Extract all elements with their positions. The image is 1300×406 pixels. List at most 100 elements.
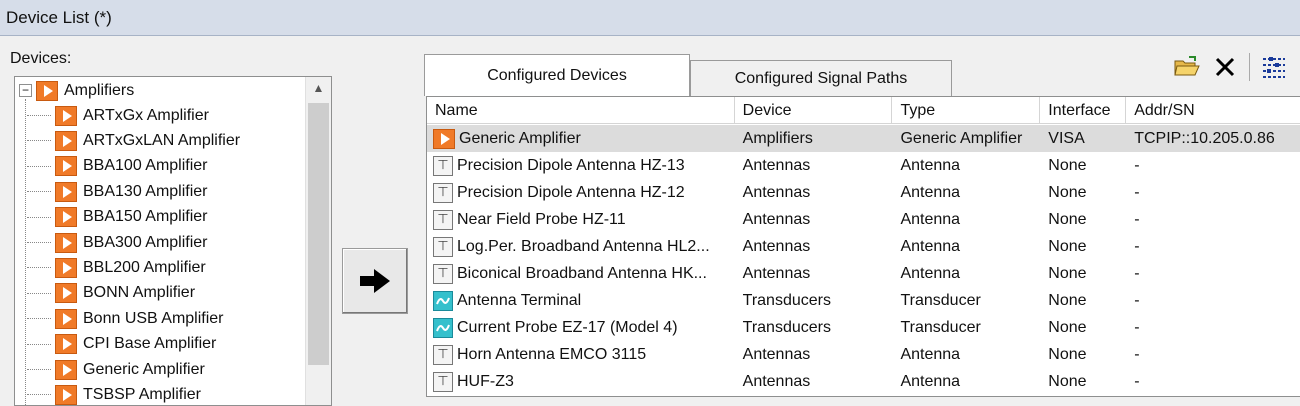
table-row[interactable]: ⊤ Near Field Probe HZ-11 Antennas Antenna No… xyxy=(427,206,1300,233)
tree-connector xyxy=(27,140,51,142)
cell-name: ⊤ Precision Dipole Antenna HZ-13 xyxy=(427,155,735,176)
tree-item[interactable]: ARTxGx Amplifier xyxy=(25,103,209,128)
column-header-addr-sn[interactable]: Addr/SN xyxy=(1126,97,1300,124)
cell-interface: None xyxy=(1040,373,1126,391)
properties-button[interactable] xyxy=(1260,53,1288,81)
table-row[interactable]: ⊤ Precision Dipole Antenna HZ-12 Antennas A… xyxy=(427,179,1300,206)
tree-connector xyxy=(27,267,51,269)
cell-text: Antennas xyxy=(742,345,811,363)
amplifier-icon xyxy=(55,207,77,228)
tree-item-label: BBA100 Amplifier xyxy=(83,157,208,175)
open-button[interactable] xyxy=(1173,53,1201,81)
tree-item[interactable]: BBL200 Amplifier xyxy=(25,255,206,280)
cell-device: Antennas xyxy=(735,238,893,256)
add-device-button[interactable] xyxy=(342,248,408,314)
cell-text: None xyxy=(1048,264,1087,282)
table-row[interactable]: ⊤ Biconical Broadband Antenna HK... Antenn… xyxy=(427,260,1300,287)
cell-type: Antenna xyxy=(892,346,1040,364)
tree-scrollbar[interactable]: ▲ xyxy=(305,77,331,405)
cell-text: None xyxy=(1048,291,1087,309)
cell-text: None xyxy=(1048,237,1087,255)
cell-text: - xyxy=(1134,237,1140,255)
tab-configured-signal-paths[interactable]: Configured Signal Paths xyxy=(690,60,952,96)
table-row[interactable]: Current Probe EZ-17 (Model 4) Transducers… xyxy=(427,314,1300,341)
cell-device: Antennas xyxy=(735,157,893,175)
cell-text: - xyxy=(1134,372,1140,390)
antenna-icon: ⊤ xyxy=(433,182,453,203)
cell-addr: - xyxy=(1126,292,1300,310)
amplifier-icon xyxy=(55,283,77,304)
table-row[interactable]: ⊤ Horn Antenna EMCO 3115 Antennas Antenna No… xyxy=(427,341,1300,368)
antenna-icon: ⊤ xyxy=(433,263,453,284)
table-row[interactable]: Generic Amplifier Amplifiers Generic Ampli… xyxy=(427,125,1300,152)
tree-item-label: BBL200 Amplifier xyxy=(83,258,206,276)
cell-text: - xyxy=(1134,156,1140,174)
delete-button[interactable] xyxy=(1211,53,1239,81)
tree-item[interactable]: BBA300 Amplifier xyxy=(25,230,208,255)
grid-toolbar xyxy=(1173,50,1288,84)
tree-item[interactable]: CPI Base Amplifier xyxy=(25,332,216,357)
tree-connector xyxy=(27,394,51,396)
collapse-toggle[interactable]: − xyxy=(19,84,32,97)
cell-text: Near Field Probe HZ-11 xyxy=(457,210,626,228)
tree-connector xyxy=(27,292,51,294)
amplifier-icon xyxy=(55,384,77,405)
cell-name: ⊤ Near Field Probe HZ-11 xyxy=(427,209,735,230)
scroll-thumb[interactable] xyxy=(308,103,329,365)
antenna-icon: ⊤ xyxy=(433,344,453,365)
cell-text: Antenna xyxy=(900,345,961,363)
scroll-up-arrow-icon[interactable]: ▲ xyxy=(306,77,331,99)
cell-device: Antennas xyxy=(735,211,893,229)
cell-interface: None xyxy=(1040,292,1126,310)
devices-tree[interactable]: − Amplifiers ARTxGx Amplifier ARTxGxLAN A… xyxy=(14,76,332,406)
tree-item[interactable]: Bonn USB Amplifier xyxy=(25,306,224,331)
column-header-type[interactable]: Type xyxy=(892,97,1041,124)
tab-configured-devices[interactable]: Configured Devices xyxy=(424,54,690,96)
configured-devices-grid[interactable]: Name Device Type Interface Addr/SN Gener… xyxy=(426,96,1300,397)
cell-device: Amplifiers xyxy=(735,130,893,148)
tree-item[interactable]: BONN Amplifier xyxy=(25,281,195,306)
cell-name: ⊤ Precision Dipole Antenna HZ-12 xyxy=(427,182,735,203)
cell-text: Antenna xyxy=(900,210,961,228)
transducer-icon xyxy=(433,317,453,338)
cell-addr: TCPIP::10.205.0.86 xyxy=(1126,130,1300,148)
tree-item[interactable]: Generic Amplifier xyxy=(25,357,205,382)
amplifier-icon xyxy=(55,308,77,329)
cell-text: None xyxy=(1048,318,1087,336)
transducer-icon xyxy=(433,290,453,311)
table-row[interactable]: Antenna Terminal Transducers Transducer Non… xyxy=(427,287,1300,314)
cell-interface: None xyxy=(1040,184,1126,202)
tree-item[interactable]: BBA150 Amplifier xyxy=(25,205,208,230)
cell-name: Antenna Terminal xyxy=(427,290,735,311)
tree-item[interactable]: BBA100 Amplifier xyxy=(25,154,208,179)
cell-text: Antenna xyxy=(900,372,961,390)
cell-text: - xyxy=(1134,210,1140,228)
tree-item-label: BBA130 Amplifier xyxy=(83,182,208,200)
cell-type: Transducer xyxy=(892,319,1040,337)
column-header-device[interactable]: Device xyxy=(735,97,893,124)
cell-device: Antennas xyxy=(735,265,893,283)
table-row[interactable]: ⊤ Log.Per. Broadband Antenna HL2... Antenn… xyxy=(427,233,1300,260)
cell-text: Generic Amplifier xyxy=(900,129,1023,147)
tree-item-label: Generic Amplifier xyxy=(83,360,205,378)
amplifier-icon xyxy=(55,156,77,177)
tree-connector xyxy=(27,216,51,218)
column-header-name[interactable]: Name xyxy=(427,97,735,124)
tree-item[interactable]: TSBSP Amplifier xyxy=(25,382,201,405)
tree-item[interactable]: BBA130 Amplifier xyxy=(25,179,208,204)
window-title: Device List (*) xyxy=(6,7,112,27)
table-row[interactable]: ⊤ Precision Dipole Antenna HZ-13 Antennas A… xyxy=(427,152,1300,179)
tree-category-amplifiers[interactable]: − Amplifiers xyxy=(15,78,134,103)
cell-text: Transducers xyxy=(742,291,831,309)
antenna-icon: ⊤ xyxy=(433,209,453,230)
properties-list-icon xyxy=(1263,57,1285,78)
cell-text: Antennas xyxy=(742,372,811,390)
tree-item[interactable]: ARTxGxLAN Amplifier xyxy=(25,128,240,153)
column-header-interface[interactable]: Interface xyxy=(1040,97,1127,124)
tree-item-label: Bonn USB Amplifier xyxy=(83,309,224,327)
tab-label: Configured Signal Paths xyxy=(734,69,908,87)
open-folder-icon xyxy=(1174,56,1200,76)
tree-item-label: BBA150 Amplifier xyxy=(83,208,208,226)
table-row[interactable]: ⊤ HUF-Z3 Antennas Antenna None - xyxy=(427,368,1300,395)
cell-device: Transducers xyxy=(735,319,893,337)
